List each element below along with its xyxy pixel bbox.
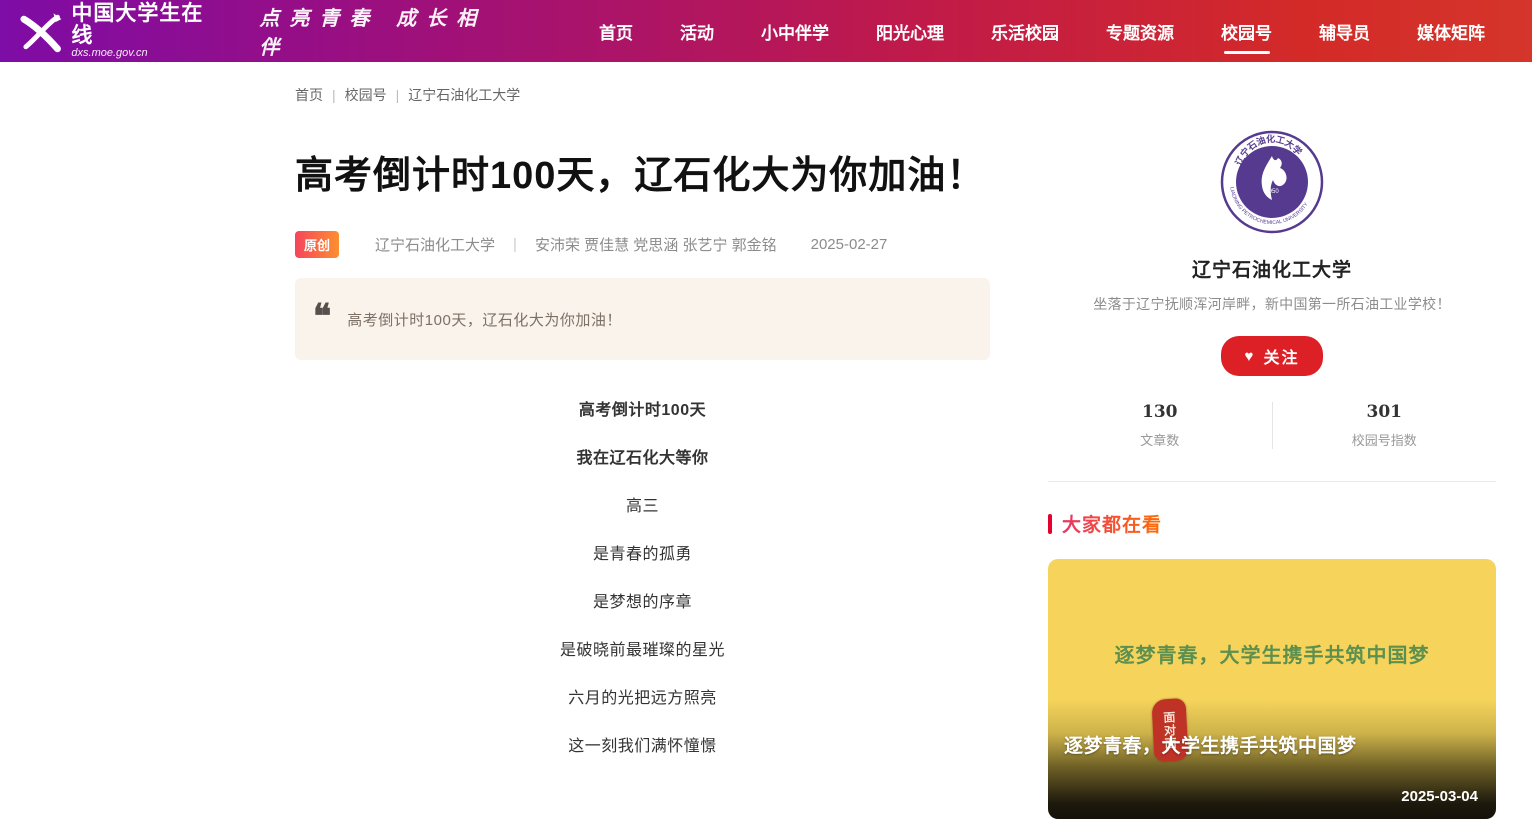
school-profile-card: 1950 辽宁石油化工大学 LIAONING PETROCHEMICAL UNI… <box>1048 130 1496 449</box>
breadcrumb-school[interactable]: 辽宁石油化工大学 <box>408 85 520 105</box>
body-line: 是梦想的序章 <box>295 594 990 612</box>
card-image-caption: 逐梦青春，大学生携手共筑中国梦 <box>1048 639 1496 668</box>
school-stats: 130 文章数 301 校园号指数 <box>1048 402 1496 449</box>
body-line: 是破晓前最璀璨的星光 <box>295 642 990 660</box>
stat-index: 301 校园号指数 <box>1272 402 1497 449</box>
body-line: 这一刻我们满怀憧憬 <box>295 738 990 756</box>
everyone-watching-header: 大家都在看 <box>1048 510 1496 537</box>
body-line: 我在辽石化大等你 <box>295 450 990 468</box>
article-column: 首页 | 校园号 | 辽宁石油化工大学 高考倒计时100天，辽石化大为你加油！ … <box>295 85 990 786</box>
site-title: 中国大学生在线 <box>71 3 223 47</box>
nav-item-psychology[interactable]: 阳光心理 <box>876 0 944 64</box>
article-source[interactable]: 辽宁石油化工大学 <box>375 234 495 255</box>
sidebar: 1950 辽宁石油化工大学 LIAONING PETROCHEMICAL UNI… <box>1048 130 1496 819</box>
nav-item-home[interactable]: 首页 <box>599 0 633 64</box>
section-title: 大家都在看 <box>1062 510 1162 537</box>
breadcrumb-campus-account[interactable]: 校园号 <box>345 85 387 105</box>
article-summary-quote: ❝ 高考倒计时100天，辽石化大为你加油！ <box>295 278 990 360</box>
school-name[interactable]: 辽宁石油化工大学 <box>1048 255 1496 282</box>
article-authors: 安沛荣 贾佳慧 党思涵 张艺宁 郭金铭 <box>535 234 777 255</box>
article-date: 2025-02-27 <box>811 236 888 253</box>
nav-item-campus-account[interactable]: 校园号 <box>1221 0 1272 64</box>
breadcrumb-home[interactable]: 首页 <box>295 85 323 105</box>
school-description: 坐落于辽宁抚顺浑河岸畔，新中国第一所石油工业学校！ <box>1048 294 1496 314</box>
body-line: 高三 <box>295 498 990 516</box>
site-url: dxs.moe.gov.cn <box>71 47 223 59</box>
quote-icon: ❝ <box>313 306 331 328</box>
nav-item-study[interactable]: 小中伴学 <box>761 0 829 64</box>
heart-icon: ♥ <box>1245 348 1256 365</box>
sidebar-divider <box>1048 481 1496 482</box>
body-line: 高考倒计时100天 <box>295 402 990 420</box>
stat-articles-value: 130 <box>1048 402 1272 422</box>
site-tagline: 点亮青春 成长相伴 <box>259 2 513 60</box>
article-title: 高考倒计时100天，辽石化大为你加油！ <box>295 147 990 205</box>
section-accent-bar <box>1048 514 1052 534</box>
follow-label: 关注 <box>1263 344 1299 368</box>
article-body: 高考倒计时100天 我在辽石化大等你 高三 是青春的孤勇 是梦想的序章 是破晓前… <box>295 402 990 756</box>
original-badge: 原创 <box>295 231 339 258</box>
nav-item-campus-life[interactable]: 乐活校园 <box>991 0 1059 64</box>
stat-articles-label: 文章数 <box>1048 430 1272 449</box>
svg-text:1950: 1950 <box>1265 189 1279 195</box>
body-line: 是青春的孤勇 <box>295 546 990 564</box>
card-date: 2025-03-04 <box>1401 788 1478 805</box>
article-meta: 原创 辽宁石油化工大学 | 安沛荣 贾佳慧 党思涵 张艺宁 郭金铭 2025-0… <box>295 231 990 258</box>
breadcrumb: 首页 | 校园号 | 辽宁石油化工大学 <box>295 85 990 105</box>
school-logo: 1950 辽宁石油化工大学 LIAONING PETROCHEMICAL UNI… <box>1220 130 1324 234</box>
nav-item-counselor[interactable]: 辅导员 <box>1319 0 1370 64</box>
stat-articles: 130 文章数 <box>1048 402 1272 449</box>
stat-index-label: 校园号指数 <box>1273 430 1497 449</box>
nav-item-resources[interactable]: 专题资源 <box>1106 0 1174 64</box>
nav-item-media-matrix[interactable]: 媒体矩阵 <box>1417 0 1485 64</box>
stat-index-value: 301 <box>1273 402 1497 422</box>
body-line: 六月的光把远方照亮 <box>295 690 990 708</box>
nav-item-activities[interactable]: 活动 <box>680 0 714 64</box>
follow-button[interactable]: ♥ 关注 <box>1221 336 1324 376</box>
recommended-article-card[interactable]: 逐梦青春，大学生携手共筑中国梦 面对面 逐梦青春，大学生携手共筑中国梦 2025… <box>1048 559 1496 819</box>
main-nav: 首页 活动 小中伴学 阳光心理 乐活校园 专题资源 校园号 辅导员 媒体矩阵 <box>599 0 1532 64</box>
top-navbar: 中国大学生在线 dxs.moe.gov.cn 点亮青春 成长相伴 首页 活动 小… <box>0 0 1532 62</box>
site-logo[interactable]: 中国大学生在线 dxs.moe.gov.cn <box>18 3 223 59</box>
site-logo-icon <box>18 9 63 53</box>
quote-text: 高考倒计时100天，辽石化大为你加油！ <box>347 306 622 330</box>
card-title[interactable]: 逐梦青春，大学生携手共筑中国梦 <box>1064 731 1480 758</box>
